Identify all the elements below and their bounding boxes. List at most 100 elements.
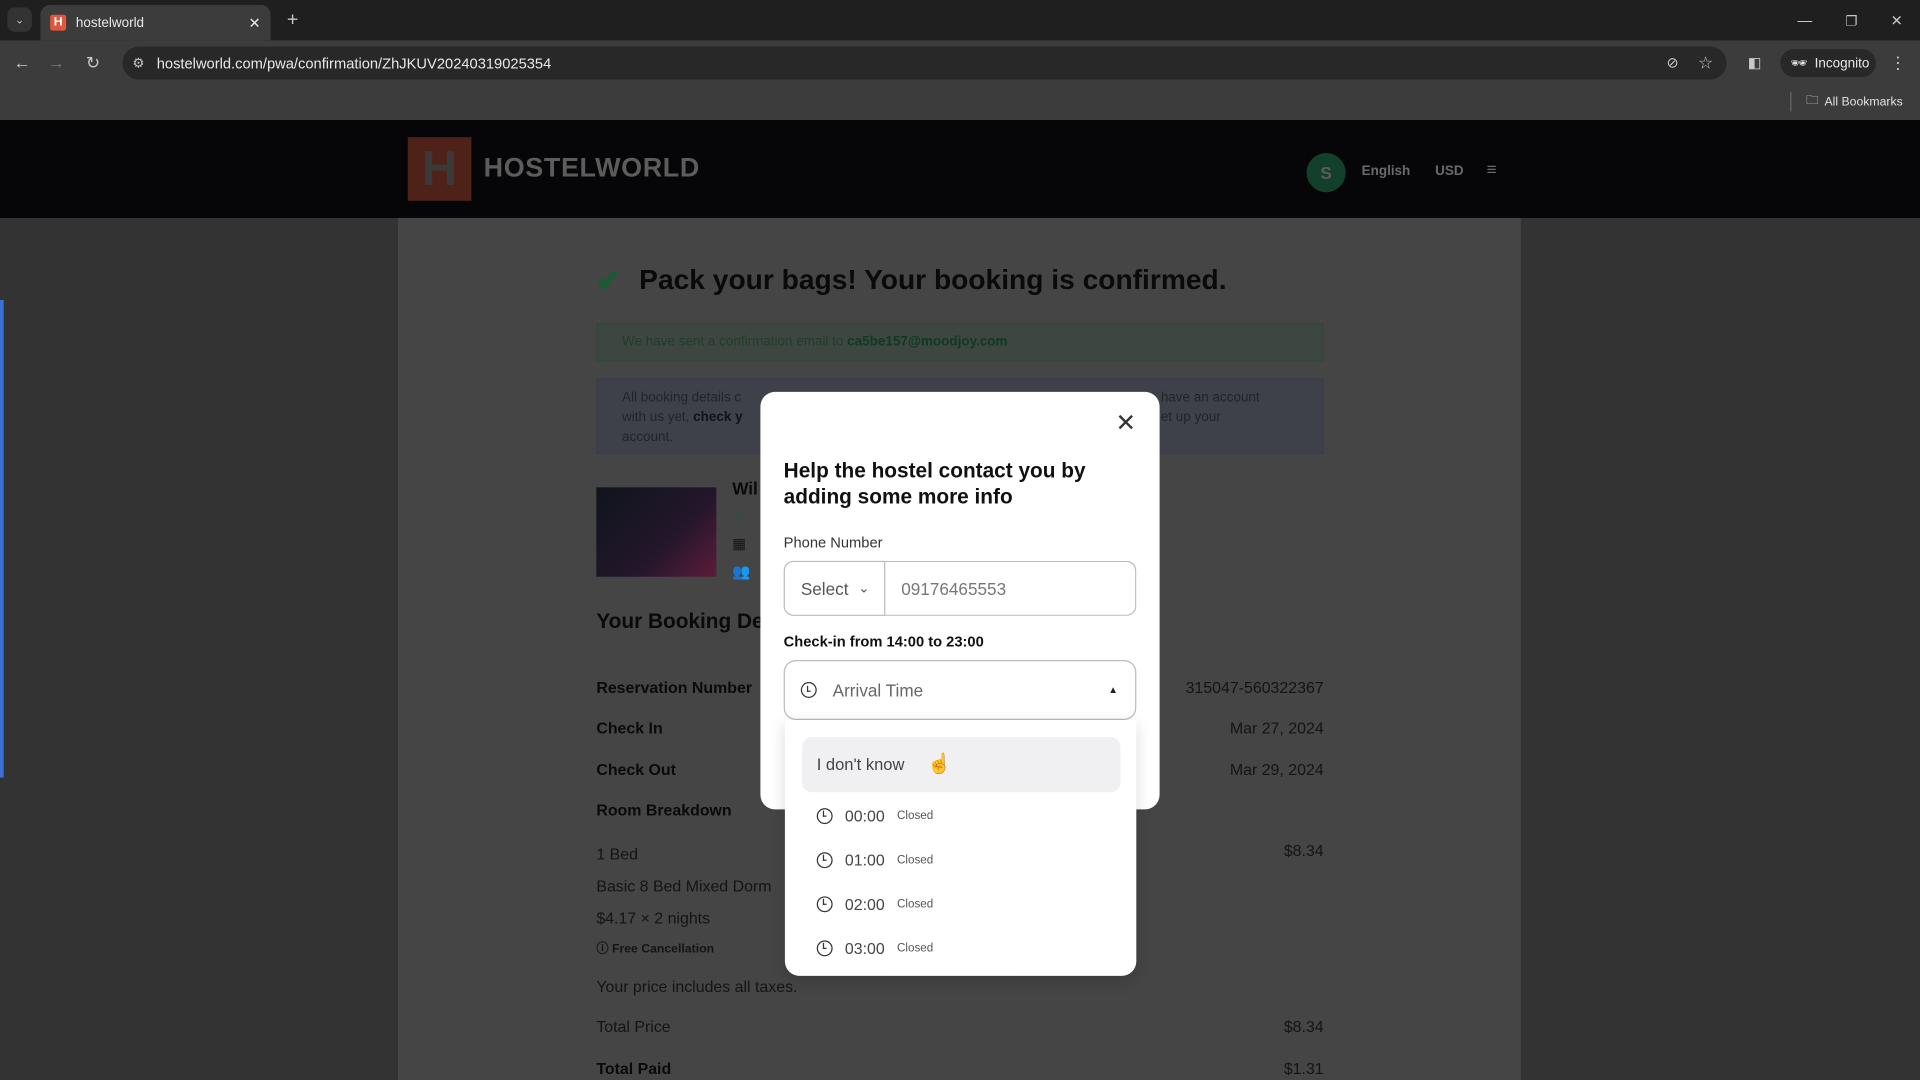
guests-icon: 👥 (732, 563, 751, 581)
language-selector[interactable]: English (1362, 164, 1411, 179)
check-email-link[interactable]: check y (693, 410, 742, 425)
check-icon: ✔ (595, 262, 622, 299)
page-title: Pack your bags! Your booking is confirme… (639, 263, 1227, 296)
reload-icon[interactable]: ↻ (81, 50, 105, 74)
reservation-number-value: 315047-560322367 (1185, 678, 1324, 697)
clock-icon (800, 682, 817, 698)
email-notice-text: We have sent a confirmation email to (622, 334, 844, 349)
close-modal-icon[interactable]: ✕ (1116, 408, 1137, 439)
back-icon[interactable]: ← (10, 50, 34, 74)
chevron-down-icon: ⌄ (858, 581, 870, 597)
option-status: Closed (896, 852, 934, 867)
hamburger-menu-icon[interactable]: ≡ (1487, 159, 1497, 179)
close-tab-icon[interactable]: ✕ (248, 14, 260, 31)
check-out-value: Mar 29, 2024 (1229, 760, 1324, 779)
tab-title: hostelworld (75, 15, 145, 31)
incognito-label: Incognito (1814, 55, 1870, 71)
page-scroll-indicator[interactable] (0, 300, 4, 778)
calendar-icon: ▦ (732, 535, 747, 553)
country-code-select[interactable]: Select ⌄ (783, 560, 886, 616)
arrival-time-dropdown: I don't know 00:00 Closed 01:00 Closed 02:… (784, 720, 1137, 976)
option-02-00[interactable]: 02:00 Closed (802, 882, 1120, 926)
all-bookmarks-button[interactable]: 🗀 All Bookmarks (1806, 92, 1903, 113)
option-label: I don't know (816, 755, 905, 774)
taxes-note: Your price includes all taxes. (596, 977, 798, 996)
bookmarks-divider (1790, 91, 1792, 112)
currency-selector[interactable]: USD (1435, 164, 1463, 179)
checkin-hours-label: Check-in from 14:00 to 23:00 (783, 633, 984, 651)
incognito-icon: 🕶 (1790, 56, 1808, 72)
info-text-1: All booking details c (622, 390, 742, 406)
clock-icon (816, 939, 833, 956)
forward-icon[interactable]: → (44, 50, 68, 74)
phone-number-input[interactable]: 09176465553 (884, 560, 1137, 616)
hand-cursor-icon: ☝ (926, 754, 952, 776)
property-photo[interactable] (596, 487, 717, 577)
caret-up-icon: ▲ (1108, 684, 1118, 696)
reservation-number-label: Reservation Number (596, 678, 753, 697)
site-header (0, 120, 1920, 218)
check-in-label: Check In (596, 718, 663, 738)
option-status: Closed (896, 896, 934, 911)
option-time: 02:00 (844, 894, 885, 913)
clock-icon (816, 851, 833, 868)
url-text: hostelworld.com/pwa/confirmation/ZhJKUV2… (156, 54, 552, 72)
close-window-icon[interactable]: ✕ (1884, 10, 1908, 32)
free-cancellation: ⓘ Free Cancellation (596, 938, 714, 956)
free-cancellation-text: Free Cancellation (611, 942, 715, 957)
total-paid-value: $1.31 (1283, 1059, 1324, 1078)
total-price-label: Total Price (596, 1017, 671, 1036)
nights-price: $4.17 × 2 nights (596, 908, 711, 927)
folder-icon: 🗀 (1806, 94, 1819, 108)
email-notice: We have sent a confirmation email to ca5… (596, 323, 1324, 362)
room-type: Basic 8 Bed Mixed Dorm (596, 876, 772, 896)
bed-count: 1 Bed (596, 844, 638, 864)
check-out-label: Check Out (596, 760, 676, 779)
clock-icon (816, 895, 833, 912)
confirmation-email: ca5be157@moodjoy.com (847, 334, 1008, 349)
option-time: 03:00 (844, 938, 885, 957)
total-price-value: $8.34 (1283, 1017, 1324, 1036)
option-i-dont-know[interactable]: I don't know (802, 737, 1121, 793)
logo-text[interactable]: HOSTELWORLD (484, 152, 700, 184)
check-in-value: Mar 27, 2024 (1229, 718, 1324, 738)
clock-icon (816, 807, 833, 824)
incognito-badge[interactable]: 🕶 Incognito (1780, 48, 1876, 78)
address-bar[interactable]: hostelworld.com/pwa/confirmation/ZhJKUV2… (122, 46, 1727, 80)
hostelworld-logo-icon[interactable]: H (407, 137, 472, 201)
option-time: 01:00 (844, 850, 885, 869)
room-breakdown-label: Room Breakdown (596, 800, 732, 820)
info-text-2: with us yet, (622, 410, 690, 425)
info-text-2-end: et up your (1160, 410, 1221, 425)
arrival-time-placeholder: Arrival Time (832, 680, 924, 700)
all-bookmarks-label: All Bookmarks (1824, 95, 1903, 109)
option-status: Closed (896, 941, 934, 955)
new-tab-icon[interactable]: + (282, 10, 304, 32)
side-panel-icon[interactable]: ◧ (1744, 51, 1766, 73)
option-00-00[interactable]: 00:00 Closed (802, 793, 1120, 837)
rating-icon: ♧ (732, 506, 746, 525)
total-paid-label: Total Paid (596, 1059, 672, 1078)
modal-title: Help the hostel contact you by adding so… (783, 459, 1086, 509)
info-text-1-end: have an account (1160, 390, 1260, 406)
booking-details-title: Your Booking De (596, 609, 764, 634)
arrival-time-select[interactable]: Arrival Time ▲ (783, 660, 1137, 721)
country-code-value: Select (800, 578, 849, 599)
option-status: Closed (896, 808, 934, 823)
user-avatar[interactable]: S (1306, 153, 1346, 193)
property-name[interactable]: Wil (732, 479, 758, 499)
phone-number-label: Phone Number (783, 533, 883, 552)
site-settings-icon[interactable]: ⚙ (127, 51, 149, 73)
browser-tab[interactable]: H hostelworld ✕ (40, 4, 271, 41)
tab-search-chevron-icon[interactable]: ⌄ (7, 7, 32, 32)
restore-icon[interactable]: ❐ (1839, 10, 1863, 32)
option-03-00[interactable]: 03:00 Closed (802, 926, 1120, 970)
eye-slash-icon[interactable]: ⊘ (1662, 51, 1684, 73)
info-icon: ⓘ (596, 942, 612, 957)
minimize-icon[interactable]: — (1793, 10, 1817, 32)
bookmarks-bar (0, 84, 1920, 121)
hostelworld-favicon-icon: H (50, 14, 67, 31)
option-01-00[interactable]: 01:00 Closed (802, 838, 1120, 882)
browser-menu-icon[interactable]: ⋮ (1887, 51, 1909, 73)
bookmark-star-icon[interactable]: ☆ (1695, 51, 1717, 73)
